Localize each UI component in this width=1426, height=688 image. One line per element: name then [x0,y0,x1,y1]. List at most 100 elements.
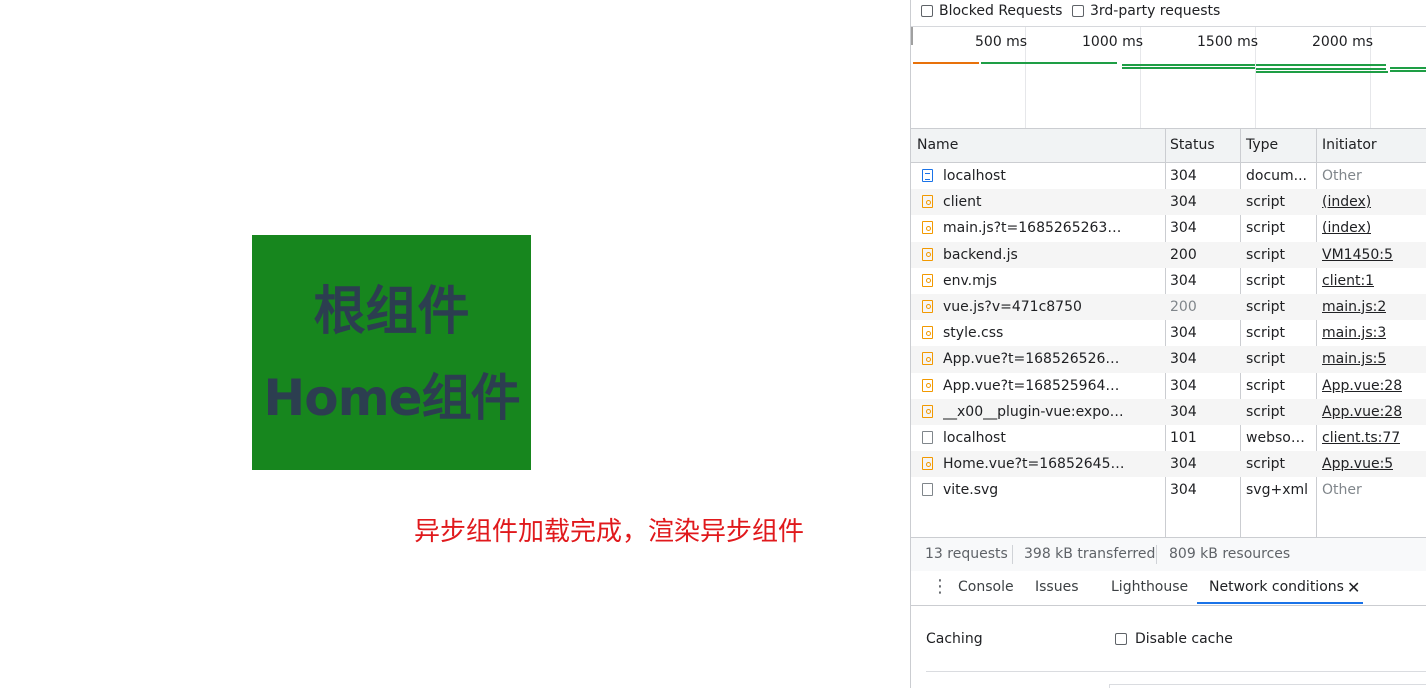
throttling-select[interactable] [1109,684,1426,688]
table-header: Name Status Type Initiator [911,129,1426,163]
timeline-tick: 2000 ms [1312,34,1374,50]
home-component-label: Home组件 [263,368,520,427]
request-type: script [1246,403,1286,420]
third-party-checkbox[interactable] [1072,5,1084,17]
table-row[interactable]: App.vue?t=1685259641378&v... 304 script App… [911,373,1426,399]
request-initiator[interactable]: client:1 [1322,273,1374,289]
request-initiator[interactable]: (index) [1322,220,1371,236]
request-name: main.js?t=1685265263303 [943,220,1127,237]
tab-issues[interactable]: Issues [1035,579,1079,595]
summary-divider [1012,545,1013,564]
tab-lighthouse[interactable]: Lighthouse [1111,579,1188,595]
table-row[interactable]: vite.svg 304 svg+xml Other [911,477,1426,503]
request-type: script [1246,246,1286,263]
request-initiator[interactable]: main.js:5 [1322,351,1386,367]
third-party-filter[interactable]: 3rd-party requests [1072,3,1220,19]
disable-cache-option[interactable]: Disable cache [1115,631,1233,647]
table-row[interactable]: localhost 304 docum... Other [911,163,1426,189]
table-row[interactable]: main.js?t=1685265263303 304 script (index) [911,215,1426,241]
disable-cache-label: Disable cache [1135,631,1233,647]
request-initiator[interactable]: main.js:2 [1322,299,1386,315]
timeline-tick: 500 ms [975,34,1028,50]
table-row[interactable]: client 304 script (index) [911,189,1426,216]
request-status: 200 [1170,298,1197,315]
request-status: 304 [1170,220,1197,237]
network-overview-timeline[interactable]: 500 ms 1000 ms 1500 ms 2000 ms 2 [911,27,1426,129]
network-requests-table: Name Status Type Initiator localhost 304 d… [911,129,1426,537]
request-initiator[interactable]: (index) [1322,194,1371,210]
table-row[interactable]: localhost 101 websoc... client.ts:77 [911,425,1426,451]
drawer-tab-bar: ⋮ Console Issues Lighthouse Network cond… [911,571,1426,606]
network-filter-row: Blocked Requests 3rd-party requests [911,0,1426,27]
request-initiator[interactable]: App.vue:5 [1322,456,1393,472]
async-component-message: 异步组件加载完成，渲染异步组件 [414,517,805,547]
request-status: 304 [1170,325,1197,342]
script-icon [922,352,933,366]
script-icon [922,404,933,418]
table-row[interactable]: env.mjs 304 script client:1 [911,268,1426,294]
request-type: script [1246,456,1286,473]
request-status: 200 [1170,246,1197,263]
timeline-tick: 1000 ms [1082,34,1144,50]
script-icon [922,326,933,340]
close-tab-icon[interactable]: ✕ [1347,578,1360,597]
blocked-requests-checkbox[interactable] [921,5,933,17]
app-viewport: 根组件 Home组件 异步组件加载完成，渲染异步组件 [0,0,910,688]
blocked-requests-label: Blocked Requests [939,3,1063,19]
table-row[interactable]: backend.js 200 script VM1450:5 [911,241,1426,268]
caching-label: Caching [926,631,983,647]
request-status: 101 [1170,429,1197,446]
script-icon [922,195,933,209]
request-type: websoc... [1246,429,1308,446]
request-initiator[interactable]: App.vue:28 [1322,378,1402,394]
timeline-tick: 1500 ms [1197,34,1259,50]
network-summary-bar: 13 requests 398 kB transferred 809 kB re… [911,537,1426,572]
request-name: Home.vue?t=1685264573066 [943,456,1127,473]
request-initiator[interactable]: client.ts:77 [1322,430,1400,446]
request-status: 304 [1170,272,1197,289]
request-type: script [1246,325,1286,342]
timeline-start-marker [911,27,913,45]
timeline-bar [1390,67,1426,69]
request-name: vite.svg [943,482,999,499]
tab-console[interactable]: Console [958,579,1014,595]
request-count: 13 requests [925,546,1008,562]
root-component-box: 根组件 Home组件 [252,235,531,470]
third-party-label: 3rd-party requests [1090,3,1221,19]
request-status: 304 [1170,482,1197,499]
request-initiator[interactable]: App.vue:28 [1322,404,1402,420]
request-initiator[interactable]: main.js:3 [1322,325,1386,341]
table-row[interactable]: Home.vue?t=1685264573066 304 script App.vue… [911,451,1426,478]
timeline-bar [1256,64,1386,66]
tab-network-conditions[interactable]: Network conditions [1209,579,1344,595]
blocked-requests-filter[interactable]: Blocked Requests [921,3,1062,19]
request-type: script [1246,351,1286,368]
disable-cache-checkbox[interactable] [1115,633,1127,645]
table-row[interactable]: style.css 304 script main.js:3 [911,320,1426,346]
script-icon [922,273,933,287]
other-icon [922,430,933,444]
table-row[interactable]: App.vue?t=1685265263303 304 script main.js:… [911,346,1426,373]
script-icon [922,221,933,235]
request-initiator: Other [1322,482,1362,499]
timeline-bar [1390,70,1426,72]
column-header-initiator[interactable]: Initiator [1322,137,1377,153]
timeline-bar [1256,68,1386,70]
request-type: docum... [1246,168,1308,184]
request-type: svg+xml [1246,482,1308,499]
request-status: 304 [1170,403,1197,420]
request-name: vue.js?v=471c8750 [943,298,1082,315]
table-row[interactable]: __x00__plugin-vue:export-helper 304 script… [911,398,1426,425]
more-options-icon[interactable]: ⋮ [931,577,949,597]
column-header-status[interactable]: Status [1170,137,1215,153]
resources-size: 809 kB resources [1169,546,1291,562]
request-status: 304 [1170,194,1197,211]
script-icon [922,247,933,261]
request-initiator[interactable]: VM1450:5 [1322,247,1393,263]
column-header-type[interactable]: Type [1246,137,1278,153]
table-row[interactable]: vue.js?v=471c8750 200 script main.js:2 [911,293,1426,321]
devtools-panel: Blocked Requests 3rd-party requests 500 … [910,0,1426,688]
request-status: 304 [1170,377,1197,394]
request-name: App.vue?t=1685265263303 [943,351,1127,368]
column-header-name[interactable]: Name [917,137,958,153]
